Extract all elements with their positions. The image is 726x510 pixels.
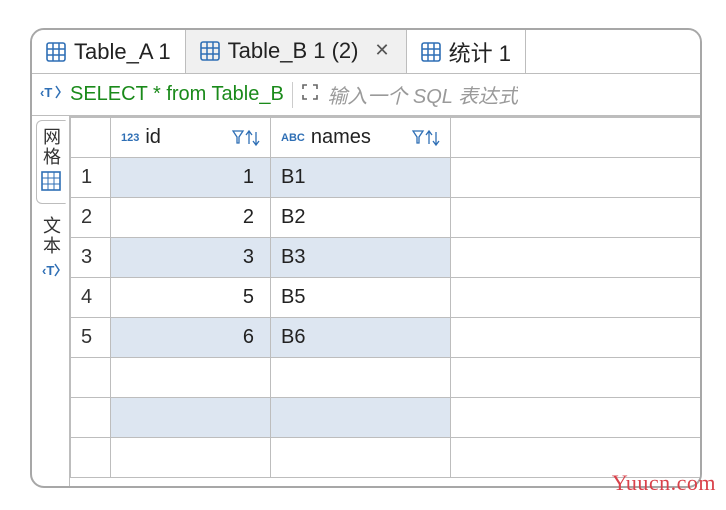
- empty-cell: [451, 398, 701, 438]
- row-number: 5: [71, 318, 111, 358]
- close-icon[interactable]: ✕: [373, 40, 392, 61]
- type-text-icon: ABC: [281, 132, 305, 144]
- tab-table-a[interactable]: Table_A 1: [32, 30, 186, 73]
- table-row[interactable]: [71, 358, 701, 398]
- type-number-icon: 123: [121, 132, 139, 144]
- tab-table-b[interactable]: Table_B 1 (2) ✕: [186, 30, 407, 73]
- cell-names[interactable]: B6: [271, 318, 451, 358]
- sql-filter-input[interactable]: 输入一个 SQL 表达式: [327, 80, 518, 109]
- text-icon: ‹T: [41, 260, 61, 286]
- cell-id[interactable]: 2: [111, 198, 271, 238]
- row-number: 1: [71, 158, 111, 198]
- table-row[interactable]: 2 2 B2: [71, 198, 701, 238]
- sql-bar: ‹T SELECT * from Table_B 输入一个 SQL 表达式: [32, 74, 700, 116]
- svg-text:‹T: ‹T: [40, 85, 52, 100]
- sidetab-label: 文本: [38, 216, 64, 256]
- row-number: 4: [71, 278, 111, 318]
- sidetab-text[interactable]: 文本 ‹T: [36, 210, 66, 292]
- table-icon: [46, 42, 66, 62]
- table-row[interactable]: 4 5 B5: [71, 278, 701, 318]
- cell-names[interactable]: B5: [271, 278, 451, 318]
- row-number: 3: [71, 238, 111, 278]
- empty-cell: [451, 198, 701, 238]
- column-header-id[interactable]: 123 id: [111, 118, 271, 158]
- empty-cell: [451, 318, 701, 358]
- data-grid: 123 id ABC: [69, 116, 700, 486]
- cell-names[interactable]: [271, 398, 451, 438]
- app-window: Table_A 1 Table_B 1 (2) ✕ 统计 1 ‹T SELECT…: [30, 28, 702, 488]
- cell-id[interactable]: [111, 398, 271, 438]
- sidetab-grid[interactable]: 网格: [36, 120, 66, 204]
- cell-id[interactable]: [111, 438, 271, 478]
- empty-cell: [451, 278, 701, 318]
- column-label: names: [311, 126, 371, 149]
- cell-names[interactable]: B1: [271, 158, 451, 198]
- cell-names[interactable]: [271, 358, 451, 398]
- filter-sort-icon[interactable]: [412, 129, 440, 147]
- cell-id[interactable]: 1: [111, 158, 271, 198]
- cell-names[interactable]: B3: [271, 238, 451, 278]
- cell-id[interactable]: 5: [111, 278, 271, 318]
- column-header-names[interactable]: ABC names: [271, 118, 451, 158]
- column-label: id: [145, 126, 161, 149]
- cell-names[interactable]: [271, 438, 451, 478]
- filter-sort-icon[interactable]: [232, 129, 260, 147]
- separator: [292, 82, 294, 108]
- svg-text:‹T: ‹T: [42, 263, 54, 278]
- content-area: 网格 文本 ‹T: [32, 116, 700, 486]
- tab-stats[interactable]: 统计 1: [407, 30, 526, 73]
- table-body: 1 1 B1 2 2 B2 3 3 B3: [71, 158, 701, 478]
- corner-cell: [71, 118, 111, 158]
- sql-query[interactable]: SELECT * from Table_B: [70, 83, 284, 106]
- empty-cell: [451, 358, 701, 398]
- table-row[interactable]: [71, 398, 701, 438]
- tab-label: 统计 1: [449, 36, 511, 68]
- row-number: [71, 438, 111, 478]
- row-number: [71, 398, 111, 438]
- table-row[interactable]: [71, 438, 701, 478]
- table-row[interactable]: 5 6 B6: [71, 318, 701, 358]
- row-number: [71, 358, 111, 398]
- cell-names[interactable]: B2: [271, 198, 451, 238]
- side-tabs: 网格 文本 ‹T: [32, 116, 70, 486]
- tab-label: Table_A 1: [74, 39, 171, 65]
- empty-cell: [451, 158, 701, 198]
- grid-icon: [41, 171, 61, 197]
- table-row[interactable]: 3 3 B3: [71, 238, 701, 278]
- empty-cell: [451, 238, 701, 278]
- result-table: 123 id ABC: [70, 117, 700, 478]
- sidetab-label: 网格: [38, 127, 64, 167]
- cell-id[interactable]: 3: [111, 238, 271, 278]
- cell-id[interactable]: [111, 358, 271, 398]
- table-row[interactable]: 1 1 B1: [71, 158, 701, 198]
- table-icon: [200, 41, 220, 61]
- table-icon: [421, 42, 441, 62]
- tab-bar: Table_A 1 Table_B 1 (2) ✕ 统计 1: [32, 30, 700, 74]
- cell-id[interactable]: 6: [111, 318, 271, 358]
- empty-header: [451, 118, 701, 158]
- sql-tag-icon: ‹T: [40, 83, 62, 107]
- row-number: 2: [71, 198, 111, 238]
- tab-label: Table_B 1 (2): [228, 38, 359, 64]
- watermark: Yuucn.com: [612, 470, 716, 496]
- expand-icon[interactable]: [301, 83, 319, 107]
